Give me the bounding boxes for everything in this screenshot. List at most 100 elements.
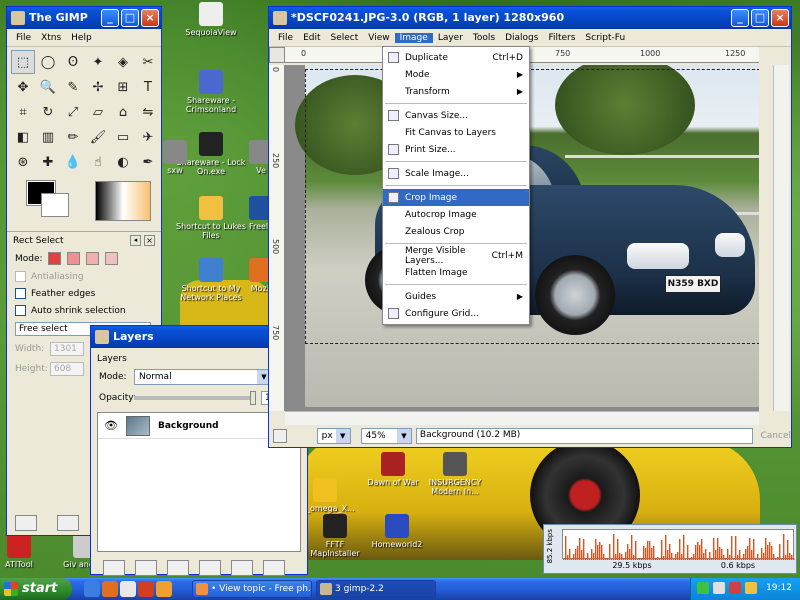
minimize-button[interactable]: _ [101, 9, 119, 27]
horizontal-scrollbar[interactable] [285, 411, 759, 425]
text-tool-icon[interactable]: T [136, 75, 160, 99]
menu-item-flatten-image[interactable]: Flatten Image [383, 264, 529, 281]
tray-icon[interactable] [729, 582, 741, 594]
path-tool-icon[interactable]: ✒ [136, 150, 160, 174]
vertical-scrollbar[interactable] [773, 65, 789, 411]
pencil-tool-icon[interactable]: ✏ [61, 125, 85, 149]
menu-item-canvas-size[interactable]: Canvas Size... [383, 107, 529, 124]
ie-icon[interactable] [84, 581, 100, 597]
menu-help[interactable]: Help [66, 33, 97, 43]
free-select-tool-icon[interactable]: ʘ [61, 50, 85, 74]
measure-tool-icon[interactable]: ✎ [61, 75, 85, 99]
move-tool-icon[interactable]: ✥ [11, 75, 35, 99]
cancel-button[interactable]: Cancel [761, 431, 792, 441]
dodge-tool-icon[interactable]: ◐ [111, 150, 135, 174]
zoom-select[interactable]: 45% [360, 428, 412, 444]
menu-file[interactable]: File [273, 33, 298, 43]
quicklaunch-icon[interactable] [156, 581, 172, 597]
speaker-icon[interactable] [745, 582, 757, 594]
opacity-slider[interactable] [134, 391, 256, 405]
rotate-tool-icon[interactable]: ↻ [36, 100, 60, 124]
quickmask-toggle[interactable] [273, 429, 287, 443]
menu-item-crop-image[interactable]: Crop Image [383, 189, 529, 206]
desktop-icon[interactable]: Homeworld2 [362, 514, 432, 549]
desktop-icon[interactable]: SequoiaView [176, 2, 246, 37]
color-select-tool-icon[interactable]: ◈ [111, 50, 135, 74]
visibility-eye-icon[interactable]: 👁 [104, 419, 118, 432]
lower-layer-button[interactable] [167, 560, 189, 576]
anchor-layer-button[interactable] [231, 560, 253, 576]
shear-tool-icon[interactable]: ▱ [86, 100, 110, 124]
menu-item-zealous-crop[interactable]: Zealous Crop [383, 223, 529, 240]
feather-row[interactable]: Feather edges [7, 285, 161, 302]
image-maximize-button[interactable]: □ [751, 9, 769, 27]
blend-tool-icon[interactable]: ▥ [36, 125, 60, 149]
fuzzy-select-tool-icon[interactable]: ✦ [86, 50, 110, 74]
vertical-ruler[interactable]: 0 250 500 750 [269, 65, 285, 411]
mode-replace-icon[interactable] [47, 252, 61, 265]
delete-layer-button[interactable] [263, 560, 285, 576]
antialiasing-checkbox[interactable] [15, 271, 26, 282]
tray-icon[interactable] [713, 582, 725, 594]
menu-arrow-button[interactable] [269, 47, 285, 63]
menu-tools[interactable]: Tools [468, 33, 500, 43]
maximize-button[interactable]: □ [121, 9, 139, 27]
desktop-icon[interactable]: ATITool [0, 534, 54, 569]
menu-item-print-size[interactable]: Print Size... [383, 141, 529, 158]
mode-add-icon[interactable] [66, 252, 80, 265]
menu-xtns[interactable]: Xtns [36, 33, 66, 43]
menu-edit[interactable]: Edit [298, 33, 325, 43]
rect-select-tool-icon[interactable]: ⬚ [11, 50, 35, 74]
image-minimize-button[interactable]: _ [731, 9, 749, 27]
close-button[interactable]: × [141, 9, 159, 27]
menu-item-fit-canvas-to-layers[interactable]: Fit Canvas to Layers [383, 124, 529, 141]
restore-options-button[interactable] [57, 515, 79, 531]
new-layer-button[interactable] [103, 560, 125, 576]
mode-subtract-icon[interactable] [85, 252, 99, 265]
menu-image[interactable]: Image [394, 32, 433, 43]
auto-shrink-row[interactable]: Auto shrink selection [7, 302, 161, 319]
heal-tool-icon[interactable]: ✚ [36, 150, 60, 174]
start-button[interactable]: start [0, 578, 72, 600]
menu-item-configure-grid[interactable]: Configure Grid... [383, 305, 529, 322]
crop-tool-icon[interactable]: ⌗ [11, 100, 35, 124]
menu-dialogs[interactable]: Dialogs [500, 33, 543, 43]
menu-item-merge-visible-layers[interactable]: Merge Visible Layers... Ctrl+M [383, 246, 529, 266]
show-desktop-icon[interactable] [120, 581, 136, 597]
menu-filters[interactable]: Filters [543, 33, 580, 43]
tab-menu-icon[interactable]: ◂ [130, 235, 141, 246]
image-titlebar[interactable]: *DSCF0241.JPG-3.0 (RGB, 1 layer) 1280x96… [269, 7, 791, 29]
desktop-icon[interactable]: Dawn of War [358, 452, 428, 487]
close-tab-icon[interactable]: × [144, 235, 155, 246]
tray-icon[interactable] [697, 582, 709, 594]
task-gimp[interactable]: 3 gimp-2.2 [316, 580, 436, 598]
menu-item-duplicate[interactable]: Duplicate Ctrl+D [383, 49, 529, 66]
background-color[interactable] [41, 193, 69, 217]
layer-mode-select[interactable]: Normal [134, 369, 272, 385]
align-tool-icon[interactable]: ⊞ [111, 75, 135, 99]
move2-tool-icon[interactable]: ✢ [86, 75, 110, 99]
task-firefox[interactable]: • View topic - Free ph... [192, 580, 312, 598]
image-close-button[interactable]: × [771, 9, 789, 27]
paintbrush-tool-icon[interactable]: 🖌 [86, 125, 110, 149]
menu-item-transform[interactable]: Transform ▶ [383, 83, 529, 100]
menu-item-mode[interactable]: Mode ▶ [383, 66, 529, 83]
perspective-tool-icon[interactable]: ⌂ [111, 100, 135, 124]
width-field[interactable]: 1301 [50, 342, 84, 356]
save-options-button[interactable] [15, 515, 37, 531]
bucket-fill-tool-icon[interactable]: ◧ [11, 125, 35, 149]
clone-tool-icon[interactable]: ⊛ [11, 150, 35, 174]
zoom-tool-icon[interactable]: 🔍 [36, 75, 60, 99]
menu-item-autocrop-image[interactable]: Autocrop Image [383, 206, 529, 223]
unit-select[interactable]: px [316, 428, 351, 444]
scissors-tool-icon[interactable]: ✂ [136, 50, 160, 74]
auto-shrink-checkbox[interactable] [15, 305, 26, 316]
antialiasing-row[interactable]: Antialiasing [7, 268, 161, 285]
brush-pattern-gradient-preview[interactable] [95, 181, 151, 221]
menu-select[interactable]: Select [326, 33, 364, 43]
menu-layer[interactable]: Layer [433, 33, 468, 43]
layer-name[interactable]: Background [158, 421, 219, 431]
feather-checkbox[interactable] [15, 288, 26, 299]
menu-file[interactable]: File [11, 33, 36, 43]
menu-item-scale-image[interactable]: Scale Image... [383, 165, 529, 182]
